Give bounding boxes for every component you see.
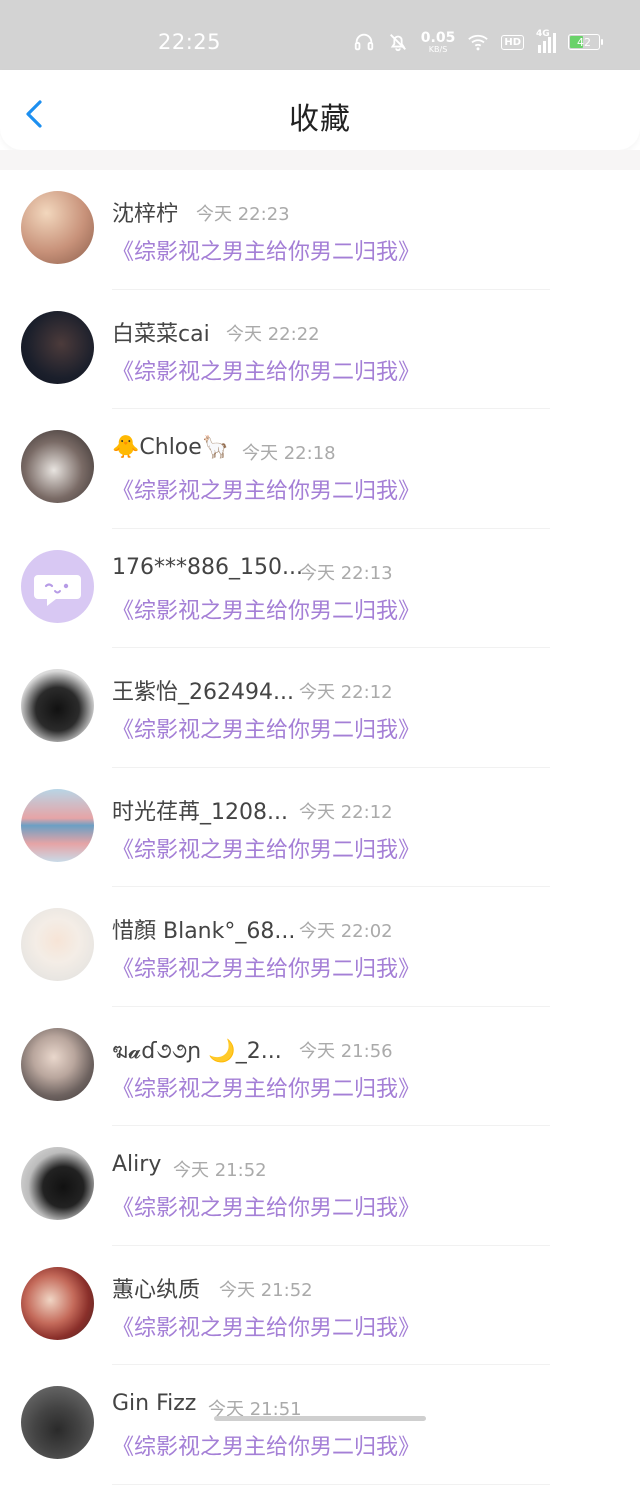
user-name[interactable]: ฆ𝓪ɗ૭૭ɲ 🌙_2... — [112, 1033, 282, 1068]
timestamp: 今天 22:12 — [299, 801, 393, 823]
signal-icon: 4G — [536, 29, 556, 53]
user-name[interactable]: Aliry — [112, 1152, 161, 1177]
user-name[interactable]: 惜顏 Blank°_68... — [112, 913, 295, 945]
avatar[interactable] — [21, 310, 94, 384]
book-title[interactable]: 《综影视之男主给你男二归我》 — [112, 832, 420, 864]
avatar[interactable] — [21, 908, 94, 981]
favorites-list: 沈梓柠 今天 22:23 《综影视之男主给你男二归我》 白菜菜cai 今天 22… — [0, 170, 640, 1485]
page-title: 收藏 — [289, 102, 351, 137]
headphones-icon — [354, 33, 373, 51]
user-name[interactable]: Gin Fizz — [112, 1391, 196, 1416]
list-item[interactable]: Aliry 今天 21:52 《综影视之男主给你男二归我》 — [0, 1126, 640, 1246]
timestamp: 今天 22:02 — [299, 921, 393, 942]
book-title[interactable]: 《综影视之男主给你男二归我》 — [112, 1190, 420, 1222]
book-title[interactable]: 《综影视之男主给你男二归我》 — [112, 712, 420, 744]
book-title[interactable]: 《综影视之男主给你男二归我》 — [112, 234, 420, 266]
nav-bar: 收藏 — [0, 70, 640, 150]
divider — [112, 1483, 550, 1485]
status-bar: 22:25 0.05 KB/S HD 4G 42 — [0, 0, 640, 70]
home-indicator[interactable] — [214, 1416, 426, 1421]
avatar[interactable] — [21, 788, 94, 862]
wifi-icon — [468, 34, 489, 51]
list-item[interactable]: Gin Fizz 今天 21:51 《综影视之男主给你男二归我》 — [0, 1365, 640, 1485]
user-name[interactable]: 176***886_150... — [112, 555, 303, 580]
user-name[interactable]: 白菜菜cai — [112, 316, 210, 348]
net-speed: 0.05 KB/S — [421, 31, 456, 54]
avatar[interactable] — [21, 430, 94, 503]
timestamp: 今天 22:13 — [299, 562, 393, 584]
avatar[interactable] — [21, 1266, 94, 1340]
book-title[interactable]: 《综影视之男主给你男二归我》 — [112, 1071, 420, 1103]
list-item[interactable]: 惜顏 Blank°_68... 今天 22:02 《综影视之男主给你男二归我》 — [0, 887, 640, 1007]
list-item[interactable]: 沈梓柠 今天 22:23 《综影视之男主给你男二归我》 — [0, 170, 640, 290]
list-item[interactable]: ฆ𝓪ɗ૭૭ɲ 🌙_2... 今天 21:56 《综影视之男主给你男二归我》 — [0, 1007, 640, 1126]
status-icons: 0.05 KB/S HD 4G 42 — [353, 28, 603, 56]
chat-bubble-icon — [34, 574, 81, 606]
signal-label: 4G — [536, 29, 550, 39]
avatar[interactable] — [21, 191, 94, 264]
net-speed-value: 0.05 — [420, 29, 456, 46]
net-speed-unit: KB/S — [428, 44, 448, 54]
list-item[interactable]: 蕙心纨质 今天 21:52 《综影视之男主给你男二归我》 — [0, 1246, 640, 1365]
list-item[interactable]: 时光荏苒_1208... 今天 22:12 《综影视之男主给你男二归我》 — [0, 768, 640, 887]
avatar[interactable] — [21, 669, 94, 742]
hd-badge: HD — [501, 34, 524, 50]
status-time: 22:25 — [158, 30, 222, 54]
mute-icon — [389, 34, 406, 52]
book-title[interactable]: 《综影视之男主给你男二归我》 — [112, 354, 420, 386]
user-name[interactable]: 沈梓柠 — [112, 196, 178, 228]
battery-level: 42 — [577, 35, 591, 49]
book-title[interactable]: 《综影视之男主给你男二归我》 — [112, 1429, 420, 1461]
book-title[interactable]: 《综影视之男主给你男二归我》 — [112, 473, 420, 505]
timestamp: 今天 21:56 — [299, 1040, 393, 1062]
timestamp: 今天 22:12 — [299, 682, 393, 703]
timestamp: 今天 21:52 — [173, 1160, 267, 1181]
list-item[interactable]: 王紫怡_262494... 今天 22:12 《综影视之男主给你男二归我》 — [0, 648, 640, 768]
book-title[interactable]: 《综影视之男主给你男二归我》 — [112, 1310, 420, 1342]
timestamp: 今天 22:22 — [226, 323, 320, 345]
avatar[interactable] — [21, 549, 94, 623]
list-item[interactable]: 176***886_150... 今天 22:13 《综影视之男主给你男二归我》 — [0, 529, 640, 648]
user-name[interactable]: 时光荏苒_1208... — [112, 794, 288, 826]
timestamp: 今天 22:23 — [196, 204, 290, 225]
header-divider — [0, 150, 640, 170]
book-title[interactable]: 《综影视之男主给你男二归我》 — [112, 951, 420, 983]
battery-icon: 42 — [568, 34, 603, 50]
user-name[interactable]: 王紫怡_262494... — [112, 674, 294, 706]
list-item[interactable]: 白菜菜cai 今天 22:22 《综影视之男主给你男二归我》 — [0, 290, 640, 409]
user-name[interactable]: 🐥Chloe🦙 — [112, 435, 229, 460]
book-title[interactable]: 《综影视之男主给你男二归我》 — [112, 593, 420, 625]
avatar[interactable] — [21, 1147, 94, 1220]
timestamp: 今天 21:52 — [219, 1279, 313, 1301]
user-name[interactable]: 蕙心纨质 — [112, 1272, 200, 1304]
avatar[interactable] — [21, 1386, 94, 1459]
avatar[interactable] — [21, 1027, 94, 1101]
list-item[interactable]: 🐥Chloe🦙 今天 22:18 《综影视之男主给你男二归我》 — [0, 409, 640, 529]
timestamp: 今天 22:18 — [242, 443, 336, 464]
